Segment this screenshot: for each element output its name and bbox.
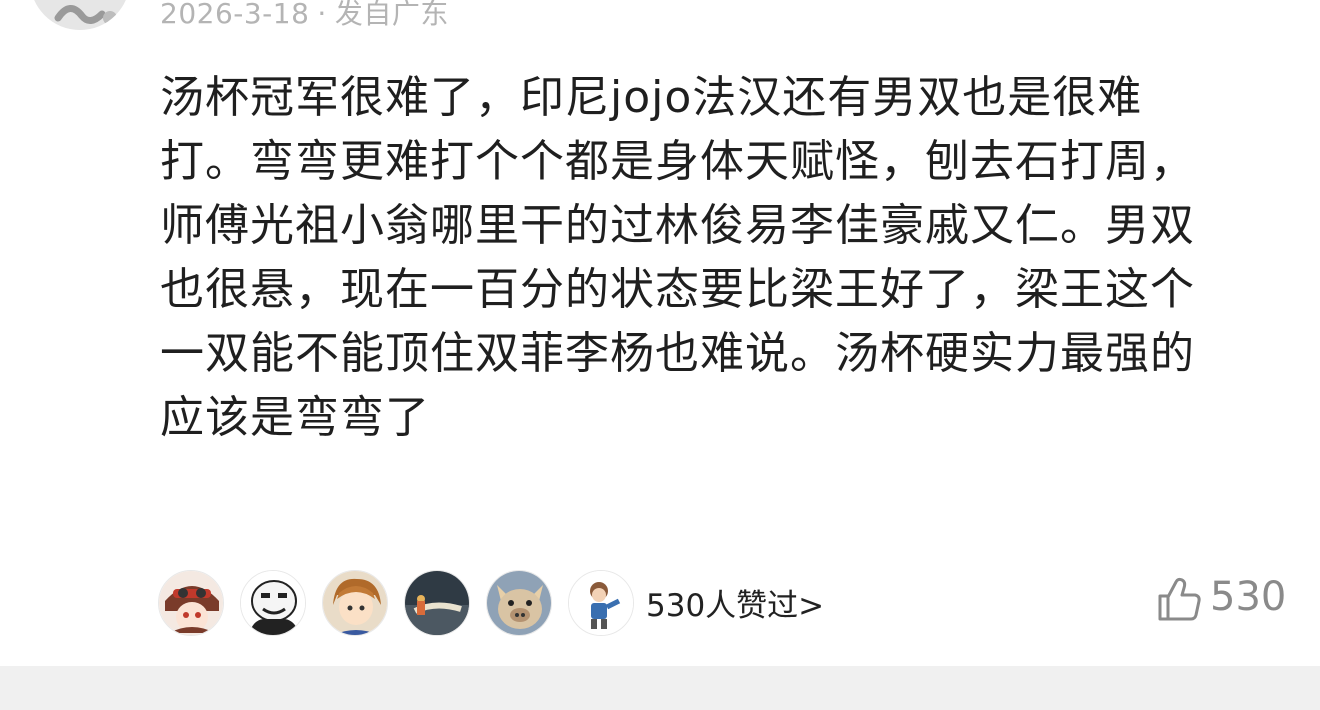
- liker-avatar[interactable]: [568, 570, 634, 636]
- comment-date: 2026-3-18: [160, 0, 310, 30]
- section-divider: [0, 666, 1320, 710]
- liker-avatar[interactable]: [240, 570, 306, 636]
- comment-line: 应该是弯弯了: [160, 392, 430, 443]
- comment-meta: 2026-3-18 · 发自广东: [160, 0, 449, 32]
- comment-line: 打。弯弯更难打个个都是身体天赋怪，刨去石打周，: [160, 136, 1195, 187]
- meta-separator: ·: [317, 0, 327, 30]
- liker-avatar[interactable]: [486, 570, 552, 636]
- comment-body[interactable]: 汤杯冠军很难了，印尼jojo法汉还有男双也是很难 打。弯弯更难打个个都是身体天赋…: [160, 66, 1270, 450]
- comment-line: 汤杯冠军很难了，印尼jojo法汉还有男双也是很难: [160, 72, 1143, 123]
- comment-line: 也很悬，现在一百分的状态要比梁王好了，梁王这个: [160, 264, 1195, 315]
- liker-avatar[interactable]: [158, 570, 224, 636]
- likers-count-link[interactable]: 530人赞过>: [646, 580, 824, 625]
- comment-line: 师傅光祖小翁哪里干的过林俊易李佳豪戚又仁。男双: [160, 200, 1195, 251]
- liker-avatar[interactable]: [404, 570, 470, 636]
- user-avatar[interactable]: [30, 0, 130, 30]
- comment-card: 2026-3-18 · 发自广东 汤杯冠军很难了，印尼jojo法汉还有男双也是很难 …: [0, 0, 1320, 666]
- comment-location: 发自广东: [334, 0, 449, 30]
- comment-line: 一双能不能顶住双菲李杨也难说。汤杯硬实力最强的: [160, 328, 1195, 379]
- liker-avatar[interactable]: [322, 570, 388, 636]
- like-count: 530: [1210, 574, 1287, 620]
